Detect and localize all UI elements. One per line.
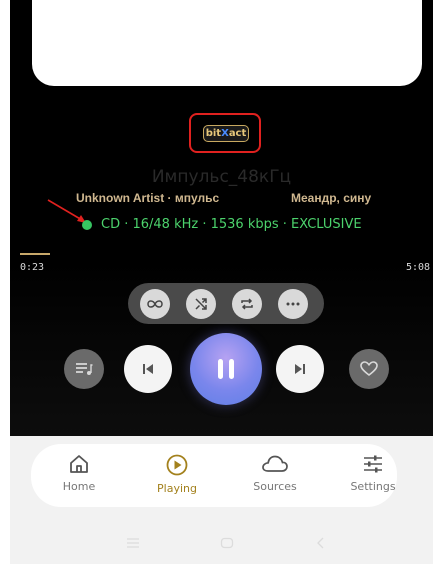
bottom-nav: Home Playing Sources Settings	[31, 444, 397, 507]
nav-home-label: Home	[62, 480, 96, 493]
cloud-icon	[262, 455, 288, 472]
audio-format-info: CD · 16/48 kHz · 1536 kbps · EXCLUSIVE	[82, 217, 362, 232]
pause-button[interactable]	[190, 333, 262, 405]
queue-button[interactable]	[64, 349, 104, 389]
loop-button[interactable]	[140, 289, 170, 319]
player-panel: bitXact Импульс_48кГц Unknown Artist · м…	[10, 0, 433, 436]
nav-settings-label: Settings	[350, 480, 396, 493]
status-dot	[82, 219, 92, 230]
repeat-button[interactable]	[232, 289, 262, 319]
album-art[interactable]	[32, 0, 422, 86]
badge-highlight-box: bitXact	[189, 113, 261, 153]
nav-home[interactable]: Home	[43, 454, 115, 493]
more-icon	[286, 302, 300, 306]
shuffle-icon	[195, 298, 207, 310]
system-nav-bar	[10, 522, 433, 564]
nav-playing[interactable]: Playing	[141, 454, 213, 495]
loop-icon	[147, 300, 163, 308]
sliders-icon	[364, 455, 382, 473]
back-icon[interactable]	[316, 537, 326, 549]
next-button[interactable]	[276, 345, 324, 393]
duration-time: 5:08	[406, 262, 431, 273]
recent-apps-icon[interactable]	[126, 537, 140, 549]
artist-label[interactable]: Unknown Artist · мпульс	[76, 191, 219, 205]
bitxact-badge: bitXact	[203, 125, 249, 142]
elapsed-time: 0:23	[20, 262, 45, 273]
pause-icon	[218, 359, 234, 379]
nav-playing-label: Playing	[157, 482, 197, 495]
nav-sources-label: Sources	[253, 480, 297, 493]
more-button[interactable]	[278, 289, 308, 319]
nav-settings[interactable]: Settings	[337, 454, 409, 493]
track-title: Импульс_48кГц	[151, 167, 292, 187]
nav-sources[interactable]: Sources	[239, 454, 311, 493]
favorite-button[interactable]	[349, 349, 389, 389]
shuffle-button[interactable]	[186, 289, 216, 319]
queue-icon	[76, 363, 93, 375]
home-icon	[70, 455, 88, 473]
home-system-icon[interactable]	[220, 537, 234, 549]
playback-modes	[128, 283, 324, 324]
previous-icon	[143, 364, 153, 374]
next-icon	[295, 364, 305, 374]
format-text: CD · 16/48 kHz · 1536 kbps · EXCLUSIVE	[101, 217, 362, 232]
heart-icon	[360, 361, 378, 377]
previous-button[interactable]	[124, 345, 172, 393]
progress-bar[interactable]	[20, 253, 50, 255]
album-label[interactable]: Меандр, сину	[291, 191, 371, 205]
play-circle-icon	[166, 454, 188, 476]
repeat-icon	[241, 298, 253, 310]
